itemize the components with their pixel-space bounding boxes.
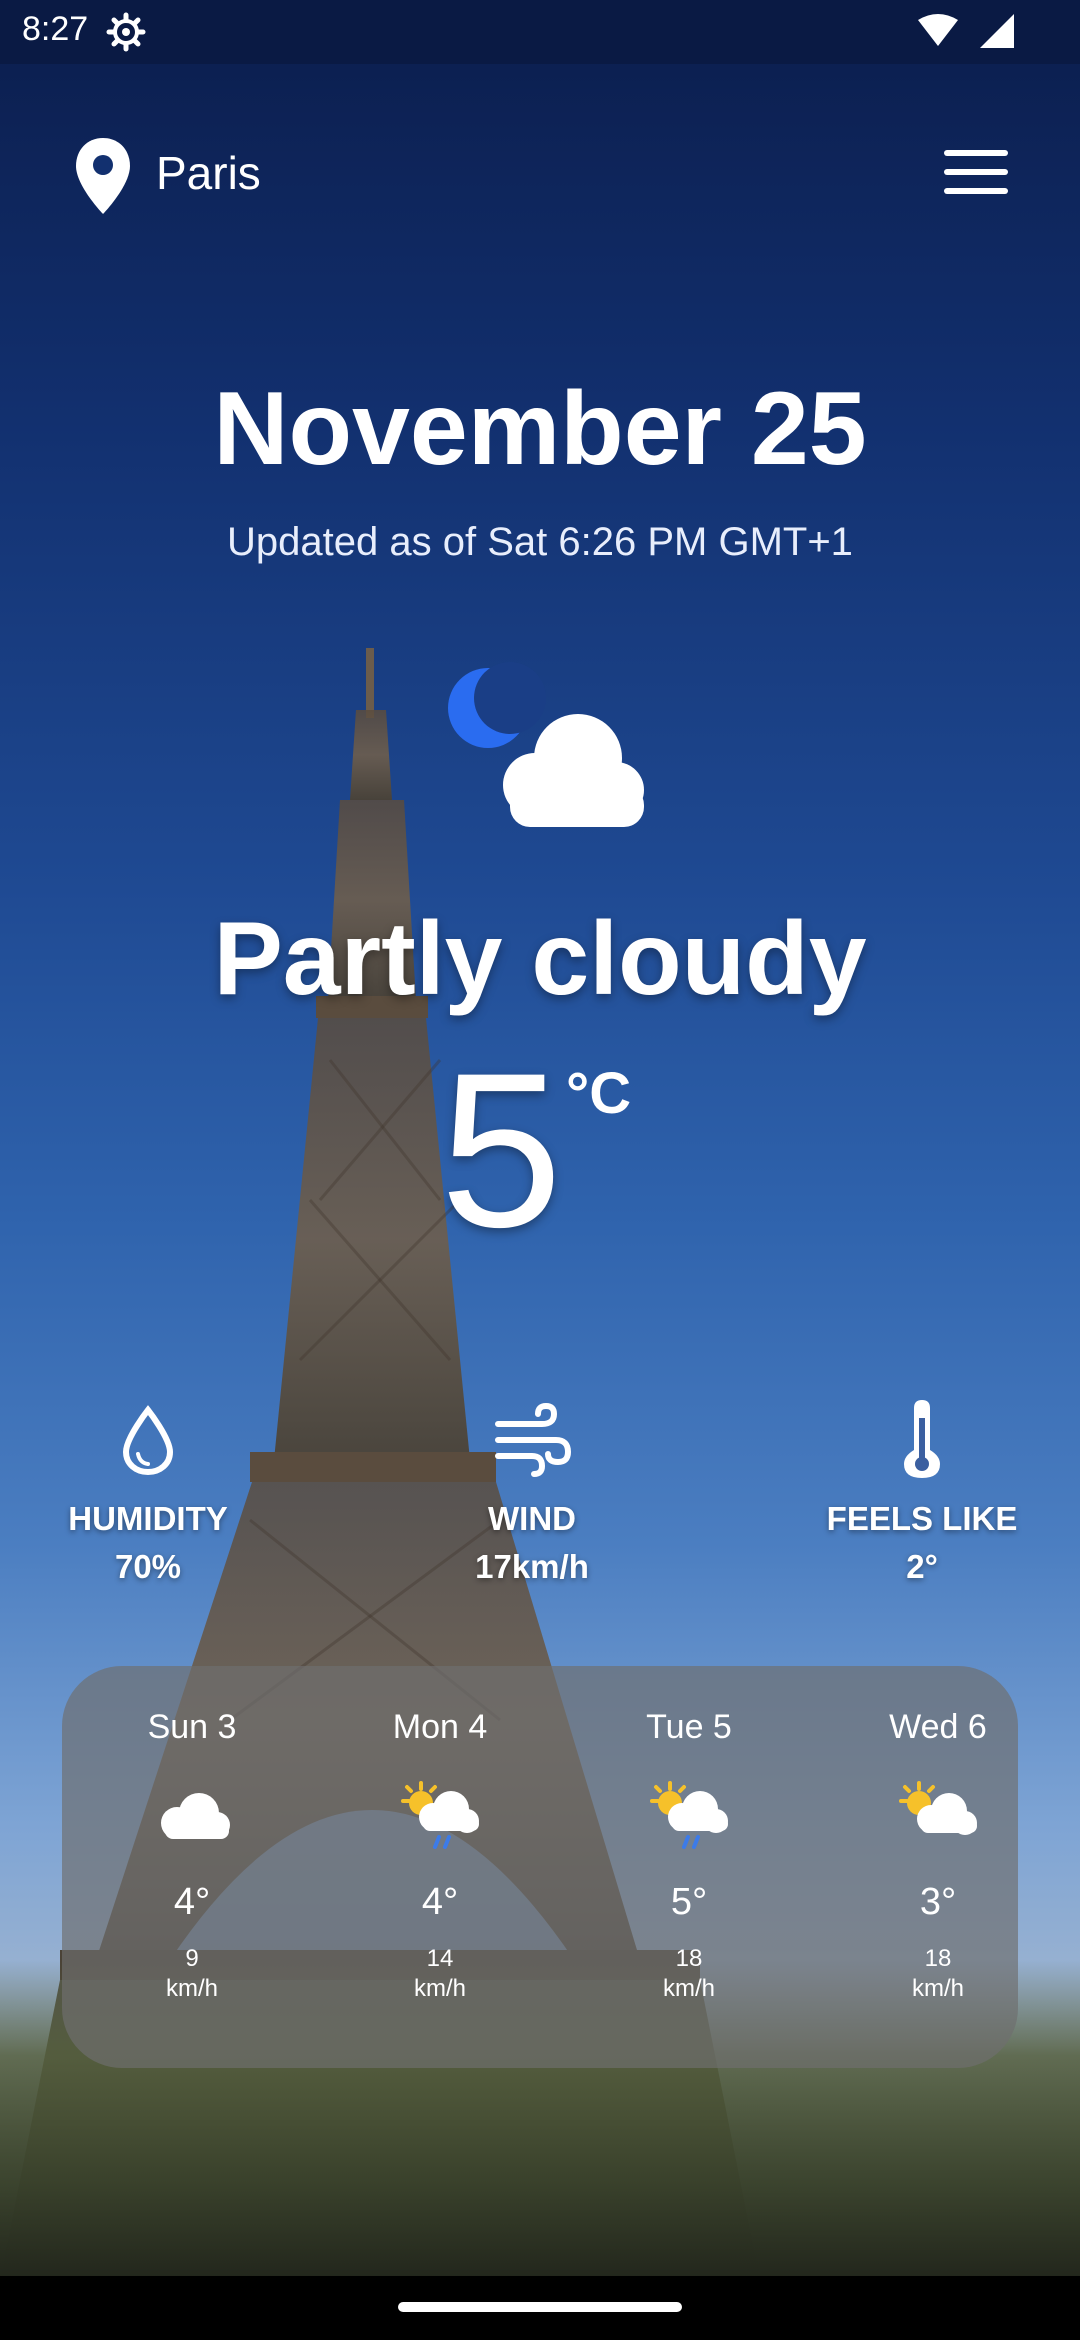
- moon-cloud-icon: [448, 662, 644, 827]
- forecast-day-name: Mon 4: [392, 1708, 488, 1746]
- feels-like-stat: FEELS LIKE 2°: [802, 1400, 1042, 1586]
- forecast-day[interactable]: Tue 5 5° 18 km/h: [589, 1666, 789, 2004]
- humidity-label: HUMIDITY: [68, 1500, 228, 1537]
- signal-icons: [918, 14, 1014, 48]
- status-bar: 8:27: [0, 0, 1080, 64]
- forecast-day[interactable]: Mon 4 4° 14 km/h: [340, 1666, 540, 2004]
- forecast-temp: 4°: [173, 1881, 211, 1923]
- sun-cloud-rain-icon: [401, 1781, 479, 1849]
- city-name[interactable]: Paris: [156, 146, 261, 200]
- current-temperature: 5: [440, 1027, 563, 1273]
- menu-icon-line: [944, 169, 1008, 175]
- forecast-day-name: Wed 6: [889, 1708, 987, 1746]
- current-date: November 25: [213, 371, 867, 487]
- forecast-wind-unit: km/h: [165, 1975, 218, 2002]
- thermometer-icon: [904, 1400, 940, 1478]
- menu-icon-line: [944, 188, 1008, 194]
- forecast-wind-value: 18: [675, 1945, 703, 1972]
- status-time: 8:27: [22, 10, 89, 48]
- home-gesture-handle[interactable]: [398, 2302, 682, 2312]
- forecast-temp: 4°: [421, 1881, 459, 1923]
- humidity-stat: HUMIDITY 70%: [28, 1400, 268, 1586]
- sun-cloud-icon: [899, 1781, 977, 1835]
- wifi-icon: [918, 14, 958, 46]
- gear-icon: [106, 12, 146, 52]
- forecast-wind-value: 9: [185, 1945, 199, 1972]
- top-bar: Paris: [0, 120, 1080, 230]
- updated-timestamp: Updated as of Sat 6:26 PM GMT+1: [227, 520, 853, 564]
- cloud-icon: [161, 1793, 230, 1839]
- forecast-panel: Sun 3 4° 9 km/h Mon 4 4° 14 km/h Tue 5 5…: [62, 1666, 1018, 2068]
- forecast-wind-unit: km/h: [413, 1975, 466, 2002]
- menu-button[interactable]: [944, 150, 1008, 198]
- forecast-wind-unit: km/h: [911, 1975, 964, 2002]
- temperature-unit: °C: [566, 1061, 632, 1126]
- forecast-day[interactable]: Wed 6 3° 18 km/h: [838, 1666, 1038, 2004]
- location-pin-icon[interactable]: [72, 136, 134, 216]
- forecast-day-name: Tue 5: [646, 1708, 732, 1746]
- wind-value: 17km/h: [475, 1548, 589, 1585]
- cell-signal-icon: [980, 14, 1014, 48]
- forecast-temp: 3°: [919, 1881, 957, 1923]
- forecast-wind-value: 14: [426, 1945, 454, 1972]
- forecast-day[interactable]: Sun 3 4° 9 km/h: [92, 1666, 292, 2004]
- menu-icon-line: [944, 150, 1008, 156]
- feels-like-label: FEELS LIKE: [826, 1500, 1018, 1537]
- wind-icon: [495, 1402, 572, 1477]
- forecast-wind-unit: km/h: [662, 1975, 715, 2002]
- droplet-icon: [122, 1405, 174, 1476]
- condition-text: Partly cloudy: [213, 901, 867, 1017]
- humidity-value: 70%: [114, 1548, 182, 1585]
- weather-screen: 8:27 Paris November 25 Updated as of Sat…: [0, 0, 1080, 2340]
- forecast-temp: 5°: [670, 1881, 708, 1923]
- sun-cloud-rain-icon: [650, 1781, 728, 1849]
- wind-label: WIND: [488, 1500, 576, 1537]
- wind-stat: WIND 17km/h: [412, 1400, 652, 1586]
- forecast-wind-value: 18: [924, 1945, 952, 1972]
- forecast-day-name: Sun 3: [147, 1708, 237, 1746]
- feels-like-value: 2°: [906, 1548, 938, 1585]
